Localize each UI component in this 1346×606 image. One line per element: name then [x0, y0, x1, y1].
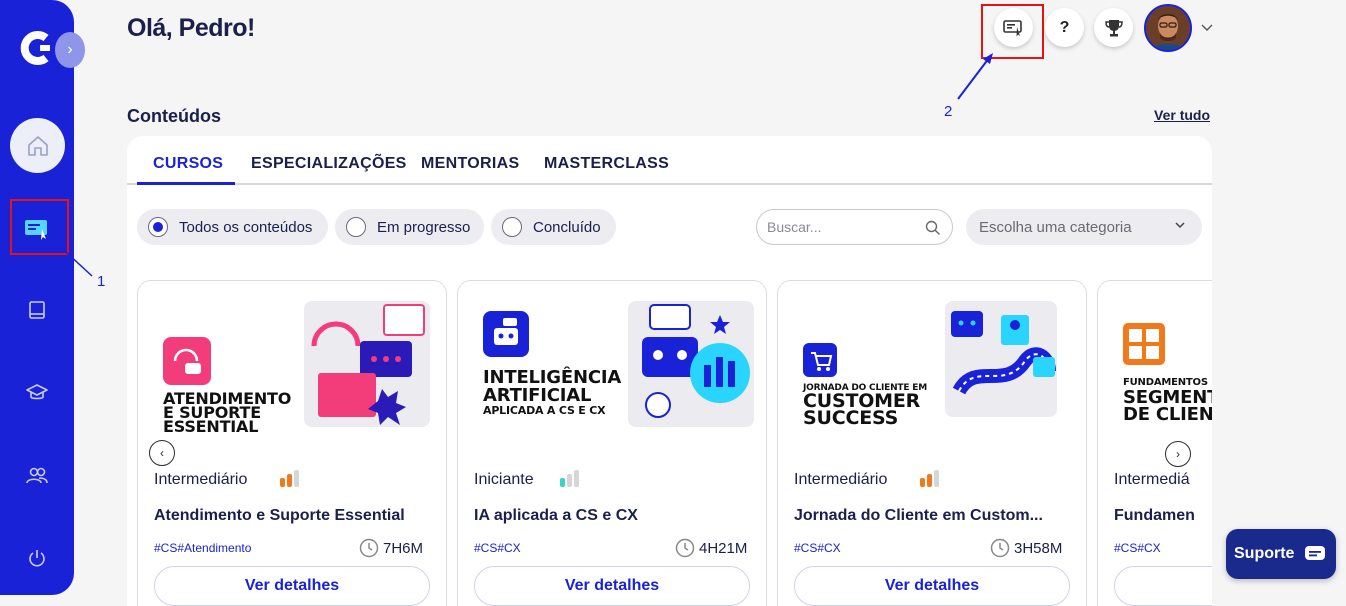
level-indicator — [560, 470, 579, 487]
certificate-icon — [1002, 19, 1022, 36]
course-card[interactable]: INTELIGÊNCIA ARTIFICIAL APLICADA A CS E … — [457, 280, 767, 606]
brand-logo[interactable] — [20, 28, 54, 68]
course-illustration — [628, 301, 754, 427]
category-select[interactable]: Escolha uma categoria — [966, 209, 1202, 245]
clock-icon — [675, 538, 695, 558]
card-tags: #CS#Atendimento — [154, 541, 252, 555]
filter-label: Em progresso — [377, 218, 471, 236]
chat-icon — [1305, 546, 1326, 560]
card-tags: #CS#CX — [1114, 541, 1161, 555]
sidebar: › — [0, 0, 85, 595]
chevron-down-icon[interactable] — [1201, 24, 1213, 32]
card-title: IA aplicada a CS e CX — [474, 507, 638, 524]
card-duration: 3H58M — [990, 538, 1062, 558]
section-title: Conteúdos — [127, 106, 221, 126]
tab-especializacoes[interactable]: ESPECIALIZAÇÕES — [251, 155, 407, 173]
greeting-title: Olá, Pedro! — [127, 14, 255, 42]
power-icon — [29, 550, 45, 567]
sidebar-item-courses[interactable] — [12, 368, 62, 418]
card-level: Intermediário — [154, 471, 248, 488]
radio-unselected[interactable] — [346, 217, 366, 237]
user-grid-icon — [1123, 323, 1165, 365]
card-duration: 7H6M — [359, 538, 423, 558]
radio-unselected[interactable] — [502, 217, 522, 237]
robot-chat-icon — [483, 311, 529, 357]
chevron-right-icon: › — [1176, 447, 1180, 461]
card-tags: #CS#CX — [474, 541, 521, 555]
card-level: Intermediário — [794, 471, 888, 488]
filter-label: Concluído — [533, 218, 601, 236]
headset-chat-icon — [163, 337, 211, 385]
card-title: Atendimento e Suporte Essential — [154, 507, 405, 524]
card-art-title: INTELIGÊNCIA ARTIFICIAL APLICADA A CS E … — [483, 367, 622, 417]
graduation-cap-icon — [26, 384, 48, 400]
card-level: Iniciante — [474, 471, 534, 488]
help-icon: ? — [1059, 18, 1070, 36]
chevron-left-icon: ‹ — [160, 446, 164, 460]
course-illustration — [304, 301, 430, 427]
see-all-link[interactable]: Ver tudo — [1154, 107, 1210, 123]
filter-completed[interactable]: Concluído — [491, 209, 616, 245]
card-art-title: FUNDAMENTOS SEGMENT DE CLIENT — [1123, 377, 1212, 425]
annotation-arrow-2 — [957, 53, 993, 100]
support-label: Suporte — [1234, 545, 1295, 562]
card-title: Fundamen — [1114, 507, 1195, 524]
users-icon — [26, 467, 48, 484]
sidebar-item-home[interactable] — [10, 118, 65, 173]
trophy-icon — [1104, 19, 1123, 36]
active-tab-indicator — [137, 182, 235, 185]
tab-cursos[interactable]: CURSOS — [153, 155, 223, 173]
annotation-label-2: 2 — [944, 103, 953, 120]
carousel-prev-button[interactable]: ‹ — [149, 440, 175, 466]
content-panel: CURSOS ESPECIALIZAÇÕES MENTORIAS MASTERC… — [127, 136, 1212, 606]
clock-icon — [359, 538, 379, 558]
annotation-line-1 — [65, 251, 93, 277]
cart-icon — [803, 343, 837, 377]
user-avatar[interactable] — [1144, 4, 1192, 52]
highlight-box-1 — [10, 199, 69, 255]
card-art-title: ATENDIMENTO E SUPORTE ESSENTIAL — [163, 389, 292, 436]
annotation-label-1: 1 — [97, 273, 106, 290]
filter-label: Todos os conteúdos — [179, 218, 313, 236]
filter-all-contents[interactable]: Todos os conteúdos — [137, 209, 328, 245]
sidebar-expand-button[interactable]: › — [55, 32, 85, 68]
card-title: Jornada do Cliente em Custom... — [794, 507, 1043, 524]
card-duration: 4H21M — [675, 538, 747, 558]
chevron-down-icon — [1175, 222, 1185, 229]
certificates-button[interactable] — [994, 8, 1033, 47]
chevron-right-icon: › — [67, 41, 73, 58]
tab-mentorias[interactable]: MENTORIAS — [421, 155, 519, 173]
card-art-title: JORNADA DO CLIENTE EM CUSTOMER SUCCESS — [803, 383, 927, 429]
level-indicator — [920, 470, 939, 487]
course-illustration — [945, 301, 1057, 417]
sidebar-item-community[interactable] — [12, 450, 62, 500]
details-button[interactable]: Ver detalhes — [794, 566, 1070, 606]
level-indicator — [280, 470, 299, 487]
course-card[interactable]: JORNADA DO CLIENTE EM CUSTOMER SUCCESS I… — [777, 280, 1087, 606]
clock-icon — [990, 538, 1010, 558]
course-card[interactable]: ATENDIMENTO E SUPORTE ESSENTIAL ‹ Interm… — [137, 280, 447, 606]
content-tabs: CURSOS ESPECIALIZAÇÕES MENTORIAS MASTERC… — [127, 136, 1212, 185]
search-input[interactable]: Buscar... — [756, 209, 953, 245]
sidebar-item-library[interactable] — [12, 285, 62, 335]
details-button[interactable]: Ver detalhes — [474, 566, 750, 606]
card-tags: #CS#CX — [794, 541, 841, 555]
achievements-button[interactable] — [1094, 8, 1133, 47]
radio-selected[interactable] — [148, 217, 168, 237]
course-card[interactable]: FUNDAMENTOS SEGMENT DE CLIENT Intermediá… — [1097, 280, 1212, 606]
search-placeholder: Buscar... — [767, 219, 822, 235]
sidebar-item-logout[interactable] — [12, 533, 62, 583]
help-button[interactable]: ? — [1045, 8, 1084, 47]
details-button[interactable] — [1114, 566, 1212, 606]
filter-in-progress[interactable]: Em progresso — [335, 209, 484, 245]
search-icon[interactable] — [925, 220, 941, 236]
details-button[interactable]: Ver detalhes — [154, 566, 430, 606]
book-icon — [29, 301, 45, 319]
card-level: Intermediá — [1114, 471, 1190, 488]
carousel-next-button[interactable]: › — [1165, 441, 1191, 467]
support-button[interactable]: Suporte — [1226, 529, 1336, 579]
category-placeholder: Escolha uma categoria — [979, 218, 1132, 236]
tab-masterclass[interactable]: MASTERCLASS — [544, 155, 669, 173]
home-icon — [27, 135, 48, 156]
